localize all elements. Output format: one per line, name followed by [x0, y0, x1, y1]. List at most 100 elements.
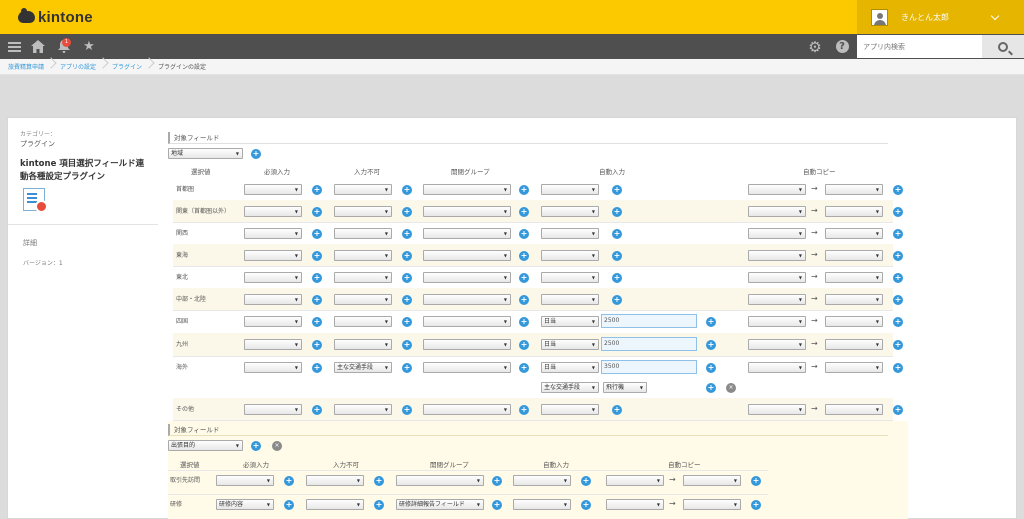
autocopy-from-select[interactable] [748, 316, 806, 327]
autocopy-add-icon[interactable]: + [893, 185, 903, 195]
group-select[interactable] [423, 250, 511, 261]
autofill-value-input[interactable]: 3500 [601, 360, 697, 374]
autocopy-from-select[interactable] [748, 404, 806, 415]
group-add-icon[interactable]: + [519, 229, 529, 239]
required-add-icon[interactable]: + [312, 185, 322, 195]
autofill-add-icon[interactable]: + [612, 273, 622, 283]
autocopy-to-select[interactable] [683, 475, 741, 486]
autocopy-from-select[interactable] [748, 339, 806, 350]
autocopy-add-icon[interactable]: + [893, 340, 903, 350]
required-select[interactable] [244, 250, 302, 261]
group-select[interactable] [423, 206, 511, 217]
readonly-select[interactable] [306, 475, 364, 486]
readonly-add-icon[interactable]: + [402, 363, 412, 373]
autofill-add-icon[interactable]: + [612, 405, 622, 415]
autofill-field-select[interactable] [541, 250, 599, 261]
group-add-icon[interactable]: + [519, 251, 529, 261]
readonly-select[interactable] [334, 404, 392, 415]
required-add-icon[interactable]: + [312, 207, 322, 217]
autocopy-to-select[interactable] [825, 362, 883, 373]
search-button[interactable] [982, 35, 1024, 58]
autofill-add-icon-2[interactable]: + [706, 383, 716, 393]
autofill-field-select[interactable] [541, 206, 599, 217]
required-select[interactable] [244, 228, 302, 239]
autocopy-from-select[interactable] [748, 184, 806, 195]
required-add-icon[interactable]: + [312, 229, 322, 239]
autocopy-from-select[interactable] [748, 294, 806, 305]
breadcrumb-plugins[interactable]: プラグイン [112, 62, 142, 71]
autocopy-add-icon[interactable]: + [893, 295, 903, 305]
required-select[interactable] [244, 272, 302, 283]
help-icon[interactable]: ? [832, 34, 852, 59]
autocopy-add-icon[interactable]: + [893, 273, 903, 283]
required-add-icon[interactable]: + [312, 340, 322, 350]
required-select[interactable] [216, 475, 274, 486]
autofill-field-select[interactable] [541, 404, 599, 415]
group-select[interactable] [423, 294, 511, 305]
group-add-icon[interactable]: + [492, 476, 502, 486]
autocopy-add-icon[interactable]: + [751, 500, 761, 510]
autofill-add-icon[interactable]: + [612, 207, 622, 217]
autocopy-add-icon[interactable]: + [893, 251, 903, 261]
autofill-value-input[interactable]: 2500 [601, 337, 697, 351]
group-select[interactable] [423, 404, 511, 415]
readonly-add-icon[interactable]: + [402, 317, 412, 327]
readonly-select[interactable] [334, 206, 392, 217]
readonly-select[interactable] [334, 294, 392, 305]
required-add-icon[interactable]: + [312, 251, 322, 261]
required-select[interactable] [244, 404, 302, 415]
autocopy-add-icon[interactable]: + [893, 405, 903, 415]
gear-icon[interactable]: ⚙ [805, 34, 825, 59]
autofill-add-icon[interactable]: + [581, 500, 591, 510]
autocopy-from-select[interactable] [748, 272, 806, 283]
home-icon[interactable] [28, 34, 48, 59]
breadcrumb-app-settings[interactable]: アプリの設定 [60, 62, 96, 71]
autofill-add-icon[interactable]: + [706, 317, 716, 327]
autocopy-add-icon[interactable]: + [751, 476, 761, 486]
detail-link[interactable]: 詳細 [23, 238, 37, 248]
required-add-icon[interactable]: + [312, 295, 322, 305]
autofill-remove-icon[interactable]: × [726, 383, 736, 393]
autocopy-to-select[interactable] [825, 206, 883, 217]
autofill-add-icon[interactable]: + [706, 363, 716, 373]
group-select[interactable] [423, 184, 511, 195]
autofill-field-select[interactable]: 日当 [541, 316, 599, 327]
readonly-select[interactable]: 主な交通手段 [334, 362, 392, 373]
autofill-add-icon[interactable]: + [612, 251, 622, 261]
autocopy-add-icon[interactable]: + [893, 317, 903, 327]
readonly-add-icon[interactable]: + [402, 251, 412, 261]
group-select[interactable] [396, 475, 484, 486]
required-add-icon[interactable]: + [284, 476, 294, 486]
autocopy-add-icon[interactable]: + [893, 229, 903, 239]
group-select[interactable] [423, 228, 511, 239]
group-select[interactable] [423, 272, 511, 283]
autocopy-from-select[interactable] [748, 362, 806, 373]
readonly-add-icon[interactable]: + [402, 295, 412, 305]
autofill-field-select[interactable]: 日当 [541, 362, 599, 373]
autofill-field-select[interactable]: 日当 [541, 339, 599, 350]
group-add-icon[interactable]: + [519, 340, 529, 350]
readonly-add-icon[interactable]: + [402, 207, 412, 217]
readonly-select[interactable] [334, 184, 392, 195]
required-add-icon[interactable]: + [312, 317, 322, 327]
section2-add-icon[interactable]: + [251, 441, 261, 451]
kintone-logo[interactable]: kintone [18, 8, 93, 26]
required-select[interactable] [244, 294, 302, 305]
readonly-select[interactable] [306, 499, 364, 510]
required-select[interactable] [244, 206, 302, 217]
autofill-add-icon[interactable]: + [581, 476, 591, 486]
autofill-value-select-2[interactable]: 飛行機 [603, 382, 647, 393]
group-add-icon[interactable]: + [519, 185, 529, 195]
readonly-add-icon[interactable]: + [402, 340, 412, 350]
group-select[interactable] [423, 339, 511, 350]
required-select[interactable] [244, 339, 302, 350]
readonly-add-icon[interactable]: + [402, 229, 412, 239]
section1-field-select[interactable]: 地域 [168, 148, 243, 159]
readonly-select[interactable] [334, 272, 392, 283]
readonly-add-icon[interactable]: + [402, 405, 412, 415]
readonly-add-icon[interactable]: + [374, 476, 384, 486]
readonly-add-icon[interactable]: + [402, 185, 412, 195]
autocopy-to-select[interactable] [825, 184, 883, 195]
autofill-field-select[interactable] [541, 294, 599, 305]
autofill-field-select[interactable] [541, 184, 599, 195]
